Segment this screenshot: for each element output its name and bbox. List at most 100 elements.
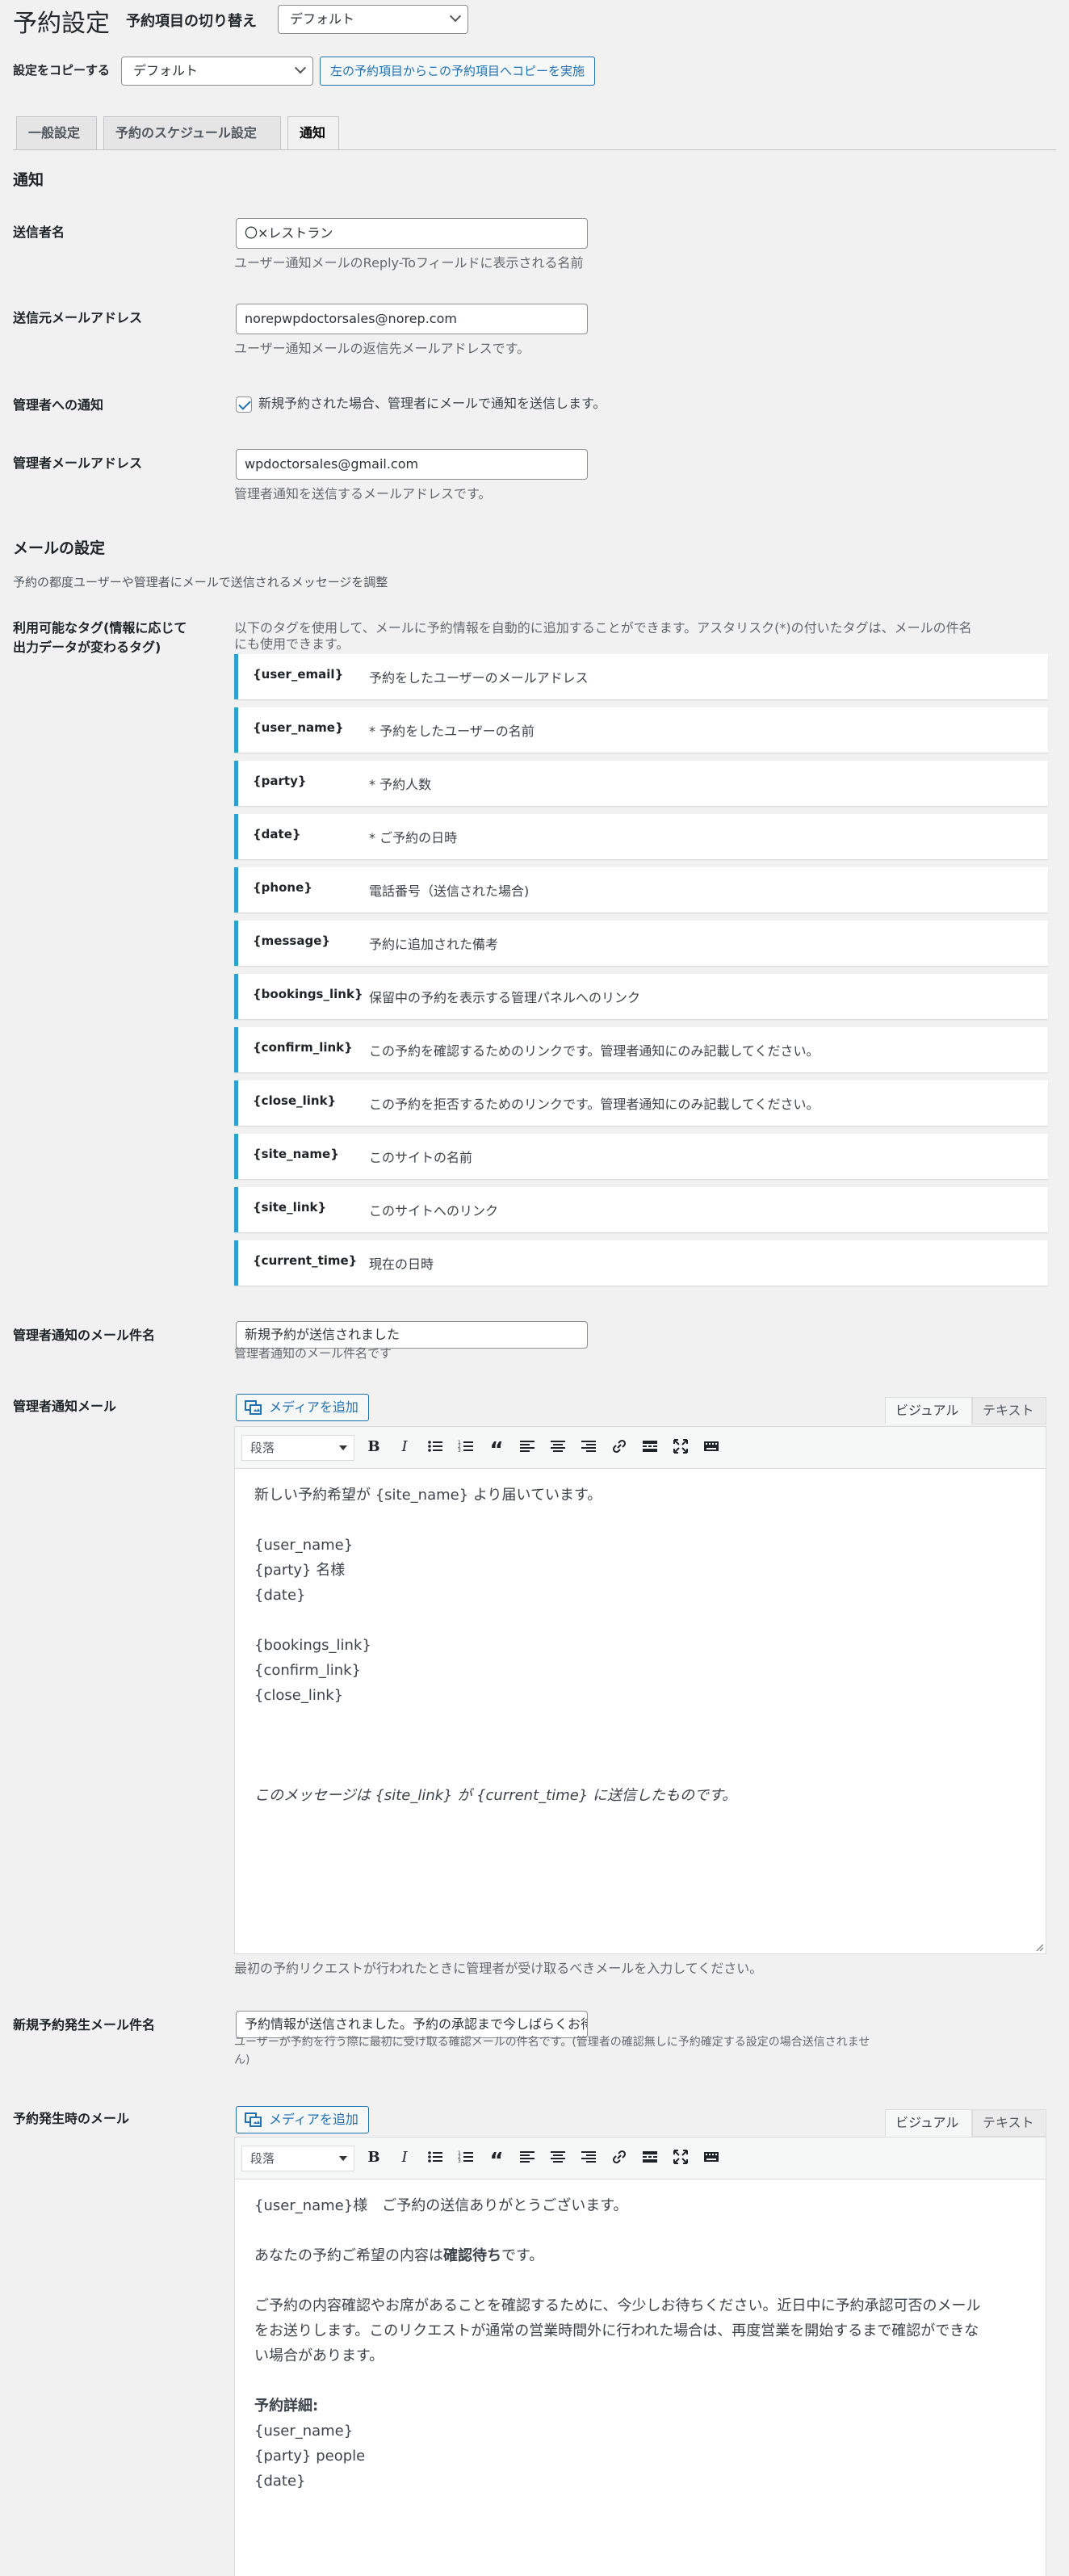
tag-desc: 電話番号（送信された場合): [369, 883, 530, 899]
fullscreen-icon[interactable]: [671, 2148, 690, 2167]
align-right-icon[interactable]: [579, 1437, 598, 1457]
resize-handle-icon[interactable]: [1034, 1942, 1044, 1952]
tab-general[interactable]: 一般設定: [16, 116, 97, 150]
tag-desc: * 予約人数: [369, 777, 432, 792]
keyboard-icon[interactable]: [702, 1437, 721, 1457]
link-icon[interactable]: [610, 1437, 629, 1457]
align-center-icon[interactable]: [548, 2148, 568, 2167]
tag-row: {close_link} この予約を拒否するためのリンクです。管理者通知にのみ記載…: [234, 1080, 1048, 1126]
numbered-list-icon[interactable]: 123: [456, 1437, 476, 1457]
read-more-icon[interactable]: [640, 2148, 660, 2167]
page-title: 予約設定: [13, 10, 110, 38]
editor-line: {party} 名様: [254, 1562, 346, 1579]
editor-toolbar: 段落 B I 123 “: [235, 2138, 1046, 2180]
tag-row: {date} * ご予約の日時: [234, 814, 1048, 859]
format-select[interactable]: 段落: [241, 2146, 354, 2171]
chevron-down-icon: [339, 2156, 347, 2165]
align-left-icon[interactable]: [518, 2148, 537, 2167]
tag-code: {message}: [253, 933, 331, 948]
tag-code: {close_link}: [253, 1093, 337, 1108]
align-center-icon[interactable]: [548, 1437, 568, 1457]
editor-line: {user_name}様 ご予約の送信ありがとうございます。: [254, 2197, 628, 2214]
editor-line: {date}: [254, 2473, 306, 2490]
sender-email-label: 送信元メールアドレス: [13, 310, 143, 325]
admin-notify-text: 新規予約された場合、管理者にメールで通知を送信します。: [258, 396, 606, 411]
admin-notify-label: 管理者への通知: [13, 397, 104, 413]
switch-label: 予約項目の切り替え: [126, 13, 257, 30]
tab-text[interactable]: テキスト: [972, 2109, 1046, 2137]
tag-row: {party} * 予約人数: [234, 761, 1048, 806]
bold-icon[interactable]: B: [364, 1437, 384, 1457]
tag-row: {phone} 電話番号（送信された場合): [234, 867, 1048, 913]
tab-notifications[interactable]: 通知: [287, 116, 339, 150]
svg-text:3: 3: [458, 2159, 461, 2164]
admin-subject-desc: 管理者通知のメール件名です: [234, 1346, 392, 1361]
media-icon: [245, 1400, 262, 1415]
align-left-icon[interactable]: [518, 1437, 537, 1457]
copy-label: 設定をコピーする: [13, 63, 111, 78]
tag-row: {message} 予約に追加された備考: [234, 921, 1048, 966]
tag-code: {confirm_link}: [253, 1040, 353, 1055]
editor-text: です。: [501, 2247, 544, 2264]
bold-icon[interactable]: B: [364, 2148, 384, 2167]
tab-visual[interactable]: ビジュアル: [885, 2109, 972, 2137]
admin-subject-label: 管理者通知のメール件名: [13, 1328, 156, 1343]
booking-mail-editor[interactable]: 段落 B I 123 “ {user_name}様 ご予約の送信ありがとうござい…: [234, 2137, 1046, 2576]
read-more-icon[interactable]: [640, 1437, 660, 1457]
tag-row: {site_name} このサイトの名前: [234, 1134, 1048, 1179]
numbered-list-icon[interactable]: 123: [456, 2148, 476, 2167]
chevron-down-icon: [294, 62, 307, 74]
sender-email-desc: ユーザー通知メールの返信先メールアドレスです。: [234, 341, 530, 356]
tag-desc: * 予約をしたユーザーの名前: [369, 724, 534, 739]
tag-desc: 予約をしたユーザーのメールアドレス: [369, 670, 589, 686]
sender-name-desc: ユーザー通知メールのReply-Toフィールドに表示される名前: [234, 255, 584, 271]
admin-email-desc: 管理者通知を送信するメールアドレスです。: [234, 486, 492, 501]
sender-name-label: 送信者名: [13, 224, 65, 240]
editor-line: このメッセージは {site_link} が {current_time} に送…: [254, 1787, 737, 1804]
sender-email-input[interactable]: norepwpdoctorsales@norep.com: [236, 304, 588, 334]
add-media-label: メディアを追加: [269, 2112, 358, 2127]
tag-row: {user_name} * 予約をしたユーザーの名前: [234, 707, 1048, 753]
tag-desc: 保留中の予約を表示する管理パネルへのリンク: [369, 990, 641, 1005]
add-media-button[interactable]: メディアを追加: [236, 1394, 369, 1421]
admin-email-label: 管理者メールアドレス: [13, 455, 143, 471]
tag-row: {bookings_link} 保留中の予約を表示する管理パネルへのリンク: [234, 974, 1048, 1019]
tag-row: {site_link} このサイトへのリンク: [234, 1187, 1048, 1232]
bullet-list-icon[interactable]: [426, 2148, 445, 2167]
blockquote-icon[interactable]: “: [487, 2148, 506, 2173]
italic-icon[interactable]: I: [395, 1437, 414, 1457]
admin-email-input[interactable]: wpdoctorsales@gmail.com: [236, 449, 588, 480]
editor-line: ご予約の内容確認やお席があることを確認するために、今少しお待ちください。近日中に…: [254, 2297, 981, 2314]
align-right-icon[interactable]: [579, 2148, 598, 2167]
editor-line: {confirm_link}: [254, 1662, 362, 1679]
add-media-button[interactable]: メディアを追加: [236, 2106, 369, 2133]
bullet-list-icon[interactable]: [426, 1437, 445, 1457]
sender-name-input[interactable]: 〇×レストラン: [236, 218, 588, 249]
mail-settings-desc: 予約の都度ユーザーや管理者にメールで送信されるメッセージを調整: [13, 575, 388, 589]
tag-code: {phone}: [253, 880, 312, 895]
tag-code: {date}: [253, 827, 301, 841]
tag-code: {current_time}: [253, 1253, 358, 1268]
italic-icon[interactable]: I: [395, 2148, 414, 2167]
media-icon: [245, 2112, 262, 2127]
tag-desc: このサイトの名前: [369, 1150, 473, 1165]
new-booking-subject-desc-line1: ユーザーが予約を行う際に最初に受け取る確認メールの件名です。(管理者の確認無しに…: [234, 2036, 870, 2049]
format-select[interactable]: 段落: [241, 1435, 354, 1461]
copy-source-select[interactable]: デフォルト: [121, 57, 313, 86]
blockquote-icon[interactable]: “: [487, 1437, 506, 1462]
editor-text: あなたの予約ご希望の内容は: [254, 2247, 443, 2264]
tab-visual[interactable]: ビジュアル: [885, 1397, 972, 1424]
mail-settings-heading: メールの設定: [13, 539, 106, 557]
fullscreen-icon[interactable]: [671, 1437, 690, 1457]
booking-item-select[interactable]: デフォルト: [278, 5, 468, 34]
new-booking-subject-desc-line2: ん): [234, 2054, 250, 2066]
tab-divider: [13, 149, 1056, 150]
admin-notify-checkbox[interactable]: [236, 396, 252, 413]
keyboard-icon[interactable]: [702, 2148, 721, 2167]
admin-mail-editor[interactable]: 段落 B I 123 “ 新しい予約希望が {site_name} より届いてい…: [234, 1426, 1046, 1954]
tab-schedule[interactable]: 予約のスケジュール設定: [103, 116, 281, 150]
tab-text[interactable]: テキスト: [972, 1397, 1046, 1424]
copy-settings-button[interactable]: 左の予約項目からこの予約項目へコピーを実施: [320, 57, 596, 86]
booking-mail-label: 予約発生時のメール: [13, 2111, 130, 2126]
link-icon[interactable]: [610, 2148, 629, 2167]
